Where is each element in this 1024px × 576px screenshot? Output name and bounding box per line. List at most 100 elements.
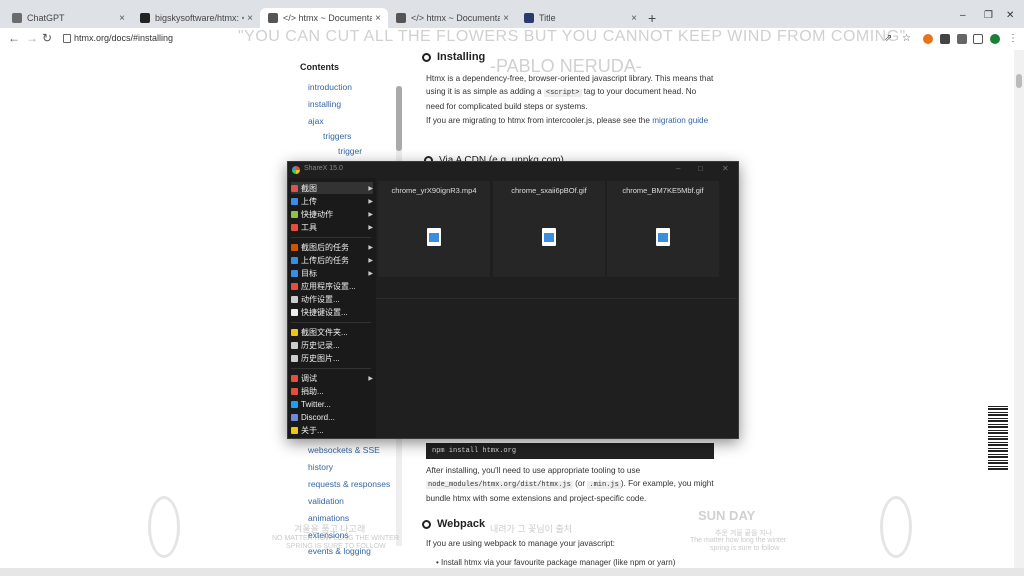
sharex-history-grid: chrome_yrX90ignR3.mp4 chrome_sxaii6pBOf.g… [376, 178, 737, 438]
sharex-titlebar[interactable]: ShareX 15.0 – □ ✕ [288, 162, 738, 178]
sharex-menu-item[interactable]: 工具 ▶ [291, 221, 373, 233]
sharex-file-thumbnail[interactable]: chrome_BM7KE5Mbf.gif [607, 181, 719, 277]
tab-close-icon[interactable]: × [500, 13, 512, 24]
menu-item-icon [291, 374, 298, 382]
sharex-menu-item[interactable]: 关于... [291, 424, 373, 436]
menu-item-label: 截图文件夹... [301, 327, 348, 337]
sharex-maximize-icon[interactable]: □ [698, 164, 703, 173]
restore-icon[interactable]: ❐ [984, 10, 993, 21]
menu-item-label: 目标 [301, 268, 317, 278]
sharex-close-icon[interactable]: ✕ [722, 164, 729, 173]
sharex-menu-item[interactable]: Discord... [291, 411, 373, 423]
sidebar-link[interactable]: trigger [338, 146, 362, 156]
menu-item-label: 快捷键设置... [301, 307, 348, 317]
menu-item-label: 工具 [301, 222, 317, 232]
menu-kebab-icon[interactable]: ⋮ [1008, 33, 1018, 44]
video-file-icon [427, 228, 441, 246]
menu-item-icon [291, 328, 298, 336]
watermark-quote: "YOU CAN CUT ALL THE FLOWERS BUT YOU CAN… [238, 28, 906, 45]
tab-0[interactable]: ChatGPT × [4, 8, 132, 28]
sidepanel-icon[interactable] [973, 34, 983, 44]
address-bar[interactable]: htmx.org/docs/#installing [74, 33, 173, 43]
image-file-icon [656, 228, 670, 246]
sidebar-link[interactable]: introduction [308, 82, 352, 92]
migration-guide-link[interactable]: migration guide [652, 116, 708, 125]
lock-icon [63, 34, 71, 43]
sidebar-link[interactable]: triggers [323, 131, 351, 141]
sharex-menu-item[interactable]: Twitter... [291, 398, 373, 410]
menu-item-label: 关于... [301, 425, 324, 435]
horizontal-scrollbar[interactable] [0, 568, 1024, 576]
extension-icon[interactable] [923, 34, 933, 44]
close-window-icon[interactable]: ✕ [1006, 10, 1014, 21]
extension-icon[interactable] [940, 34, 950, 44]
sharex-menu-item[interactable]: 截图后的任务 ▶ [291, 241, 373, 253]
tab-3[interactable]: </> htmx ~ Documentation× [388, 8, 516, 28]
watermark-author: -PABLO NERUDA- [490, 56, 642, 76]
forward-icon[interactable]: → [26, 31, 38, 45]
tab-close-icon[interactable]: × [116, 13, 128, 24]
page-scrollbar[interactable] [1014, 50, 1024, 576]
sharex-menu-item[interactable]: 应用程序设置... [291, 280, 373, 292]
sharex-menu-item[interactable]: 动作设置... [291, 293, 373, 305]
tab-label: bigskysoftware/htmx: </> htm [155, 13, 244, 23]
sharex-menu-item[interactable]: 捐助... [291, 385, 373, 397]
menu-item-label: 截图 [301, 183, 317, 193]
menu-separator [291, 322, 371, 323]
submenu-arrow-icon: ▶ [368, 375, 373, 382]
sharex-menu-item[interactable]: 截图 ▶ [291, 182, 373, 194]
tab-4[interactable]: Title × [516, 8, 644, 28]
reload-icon[interactable]: ↻ [42, 31, 52, 45]
menu-item-icon [291, 387, 298, 395]
browser-tab-bar: ChatGPT×bigskysoftware/htmx: </> htm×</>… [0, 0, 1024, 28]
extensions-puzzle-icon[interactable] [957, 34, 967, 44]
sidebar-link[interactable]: history [308, 462, 333, 472]
sidebar-link[interactable]: requests & responses [308, 479, 390, 489]
submenu-arrow-icon: ▶ [368, 270, 373, 277]
npm-install-code: npm install htmx.org [426, 443, 714, 459]
new-tab-button[interactable]: + [648, 10, 656, 26]
sidebar-link[interactable]: ajax [308, 116, 324, 126]
intro-paragraph: Htmx is a dependency-free, browser-orien… [426, 74, 714, 111]
menu-item-icon [291, 210, 298, 218]
menu-item-icon [291, 413, 298, 421]
sidebar-link[interactable]: websockets & SSE [308, 445, 380, 455]
tab-close-icon[interactable]: × [372, 13, 384, 24]
menu-separator [291, 237, 371, 238]
menu-item-label: Twitter... [301, 399, 331, 409]
sharex-file-thumbnail[interactable]: chrome_yrX90ignR3.mp4 [378, 181, 490, 277]
link-icon[interactable] [422, 519, 431, 529]
menu-item-label: 上传 [301, 196, 317, 206]
watermark-english-left2: SPRING IS SURE TO FOLLOW [286, 543, 386, 550]
tab-2[interactable]: </> htmx ~ Documentation× [260, 8, 388, 28]
sidebar-link[interactable]: validation [308, 496, 344, 506]
sharex-menu-item[interactable]: 上传 ▶ [291, 195, 373, 207]
sharex-menu-item[interactable]: 历史图片... [291, 352, 373, 364]
tab-1[interactable]: bigskysoftware/htmx: </> htm× [132, 8, 260, 28]
migrate-paragraph: If you are migrating to htmx from interc… [426, 116, 709, 125]
sharex-menu-item[interactable]: 历史记录... [291, 339, 373, 351]
menu-item-label: 上传后的任务 [301, 255, 349, 265]
sharex-menu-item[interactable]: 调试 ▶ [291, 372, 373, 384]
sharex-minimize-icon[interactable]: – [676, 164, 680, 173]
sharex-menu-item[interactable]: 快捷动作 ▶ [291, 208, 373, 220]
menu-item-label: 应用程序设置... [301, 281, 356, 291]
sharex-file-thumbnail[interactable]: chrome_sxaii6pBOf.gif [493, 181, 605, 277]
tab-close-icon[interactable]: × [628, 13, 640, 24]
sidebar-link[interactable]: installing [308, 99, 341, 109]
tab-label: </> htmx ~ Documentation [283, 13, 372, 23]
link-icon[interactable] [422, 52, 431, 62]
sunday-logo: SUN DAY [698, 508, 756, 523]
back-icon[interactable]: ← [8, 31, 20, 45]
sharex-menu-item[interactable]: 目标 ▶ [291, 267, 373, 279]
sharex-window: ShareX 15.0 – □ ✕ 截图 ▶ 上传 ▶ 快捷动作 ▶ 工具 ▶ 截图后的任务 ▶ 上… [287, 161, 739, 439]
sharex-menu-item[interactable]: 上传后的任务 ▶ [291, 254, 373, 266]
barcode-icon [988, 404, 1008, 470]
sharex-menu-item[interactable]: 截图文件夹... [291, 326, 373, 338]
profile-avatar[interactable] [990, 34, 1000, 44]
minimize-icon[interactable]: – [960, 10, 966, 21]
laurel-right-icon [880, 496, 912, 558]
submenu-arrow-icon: ▶ [368, 211, 373, 218]
sharex-menu-item[interactable]: 快捷键设置... [291, 306, 373, 318]
tab-close-icon[interactable]: × [244, 13, 256, 24]
